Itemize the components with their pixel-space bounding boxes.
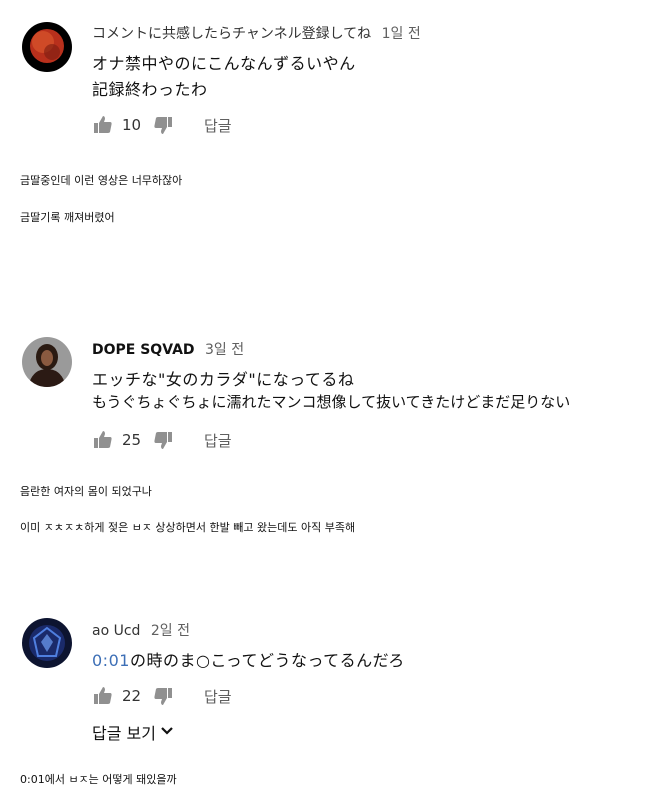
comment-text-line: エッチな"女のカラダ"になってるね: [92, 370, 355, 389]
translation-line: 0:01에서 ㅂㅈ는 어떻게 돼있을까: [20, 773, 177, 786]
reply-button[interactable]: 답글: [204, 115, 232, 136]
comment-text-line: 0:01の時のま○こってどうなってるんだろ: [92, 647, 405, 671]
like-count: 25: [122, 431, 142, 449]
like-count: 22: [122, 687, 142, 705]
like-count: 10: [122, 116, 142, 134]
chevron-down-icon: [160, 723, 174, 742]
comment-actions: 10 답글: [92, 113, 232, 137]
comment-text-line: もうぐちょぐちょに濡れたマンコ想像して抜いてきたけどまだ足りない: [92, 393, 571, 411]
translation-line: 이미 ㅈㅊㅈㅊ하게 젖은 ㅂㅈ 상상하면서 한발 빼고 왔는데도 아직 부족해: [20, 521, 356, 534]
translation-line: 금딸기록 깨져버렸어: [20, 211, 115, 224]
translation-line: 음란한 여자의 몸이 되었구나: [20, 485, 152, 498]
author-line: コメントに共感したらチャンネル登録してね 1일 전: [92, 23, 421, 43]
author-line: DOPE SQVAD 3일 전: [92, 339, 244, 359]
thumbs-up-icon[interactable]: [92, 114, 114, 136]
view-replies-button[interactable]: 답글 보기: [92, 720, 174, 744]
author-name[interactable]: ao Ucd: [92, 623, 140, 639]
view-replies-label: 답글 보기: [92, 724, 156, 743]
comment-timestamp[interactable]: 2일 전: [151, 623, 190, 639]
avatar[interactable]: [22, 22, 72, 72]
reply-button[interactable]: 답글: [204, 430, 232, 451]
comment-timestamp[interactable]: 1일 전: [382, 26, 421, 42]
thumbs-up-icon[interactable]: [92, 685, 114, 707]
thumbs-down-icon[interactable]: [152, 685, 174, 707]
comment-text-line: オナ禁中やのにこんなんずるいやん: [92, 54, 356, 73]
reply-button[interactable]: 답글: [204, 686, 232, 707]
thumbs-down-icon[interactable]: [152, 429, 174, 451]
author-name[interactable]: コメントに共感したらチャンネル登録してね: [92, 26, 371, 42]
comment-text: の時のま○こってどうなってるんだろ: [129, 651, 405, 670]
comment-actions: 25 답글: [92, 428, 232, 452]
avatar[interactable]: [22, 618, 72, 668]
video-timestamp-link[interactable]: 0:01: [92, 651, 130, 670]
thumbs-down-icon[interactable]: [152, 114, 174, 136]
avatar[interactable]: [22, 337, 72, 387]
translation-line: 금딸중인데 이런 영상은 너무하잖아: [20, 174, 183, 187]
comment-text-line: 記録終わったわ: [92, 80, 208, 99]
comment-actions: 22 답글: [92, 684, 232, 708]
comment-timestamp[interactable]: 3일 전: [205, 342, 244, 358]
author-name[interactable]: DOPE SQVAD: [92, 342, 195, 358]
thumbs-up-icon[interactable]: [92, 429, 114, 451]
author-line: ao Ucd 2일 전: [92, 620, 190, 640]
